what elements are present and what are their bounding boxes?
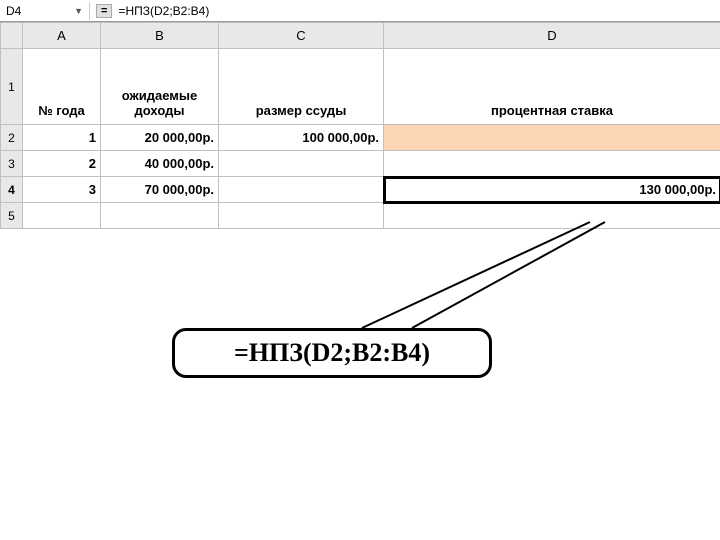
- cell-d4-active[interactable]: 130 000,00р.: [384, 177, 720, 203]
- cell-c1[interactable]: размер ссуды: [219, 49, 384, 125]
- cell-b5[interactable]: [101, 203, 219, 229]
- row-header-4[interactable]: 4: [1, 177, 23, 203]
- name-box-value: D4: [6, 4, 21, 18]
- chevron-down-icon[interactable]: ▼: [74, 6, 83, 16]
- col-header-a[interactable]: A: [23, 23, 101, 49]
- cell-d5[interactable]: [384, 203, 720, 229]
- formula-bar: D4 ▼ = =НПЗ(D2;B2:B4): [0, 0, 720, 22]
- cell-b1[interactable]: ожидаемые доходы: [101, 49, 219, 125]
- cell-c3[interactable]: [219, 151, 384, 177]
- callout-text: =НПЗ(D2;B2:B4): [234, 338, 430, 368]
- col-header-c[interactable]: C: [219, 23, 384, 49]
- formula-input[interactable]: =НПЗ(D2;B2:B4): [118, 4, 209, 18]
- name-box[interactable]: D4 ▼: [0, 2, 90, 20]
- cell-d3[interactable]: [384, 151, 720, 177]
- cell-b2[interactable]: 20 000,00р.: [101, 125, 219, 151]
- cell-a5[interactable]: [23, 203, 101, 229]
- cell-c4[interactable]: [219, 177, 384, 203]
- col-header-b[interactable]: B: [101, 23, 219, 49]
- cell-a2[interactable]: 1: [23, 125, 101, 151]
- cell-a4[interactable]: 3: [23, 177, 101, 203]
- row-header-3[interactable]: 3: [1, 151, 23, 177]
- col-header-d[interactable]: D: [384, 23, 720, 49]
- cell-a3[interactable]: 2: [23, 151, 101, 177]
- row-header-5[interactable]: 5: [1, 203, 23, 229]
- cell-d1[interactable]: процентная ставка: [384, 49, 720, 125]
- cell-b3[interactable]: 40 000,00р.: [101, 151, 219, 177]
- spreadsheet-grid: A B C D 1 № года ожидаемые доходы размер…: [0, 22, 720, 229]
- cell-b4[interactable]: 70 000,00р.: [101, 177, 219, 203]
- cell-d2[interactable]: [384, 125, 720, 151]
- cell-a1[interactable]: № года: [23, 49, 101, 125]
- formula-area: = =НПЗ(D2;B2:B4): [90, 4, 215, 18]
- row-header-1[interactable]: 1: [1, 49, 23, 125]
- cell-c5[interactable]: [219, 203, 384, 229]
- cell-c2[interactable]: 100 000,00р.: [219, 125, 384, 151]
- callout-box: =НПЗ(D2;B2:B4): [172, 328, 492, 378]
- row-header-2[interactable]: 2: [1, 125, 23, 151]
- equals-button[interactable]: =: [96, 4, 112, 18]
- select-all-corner[interactable]: [1, 23, 23, 49]
